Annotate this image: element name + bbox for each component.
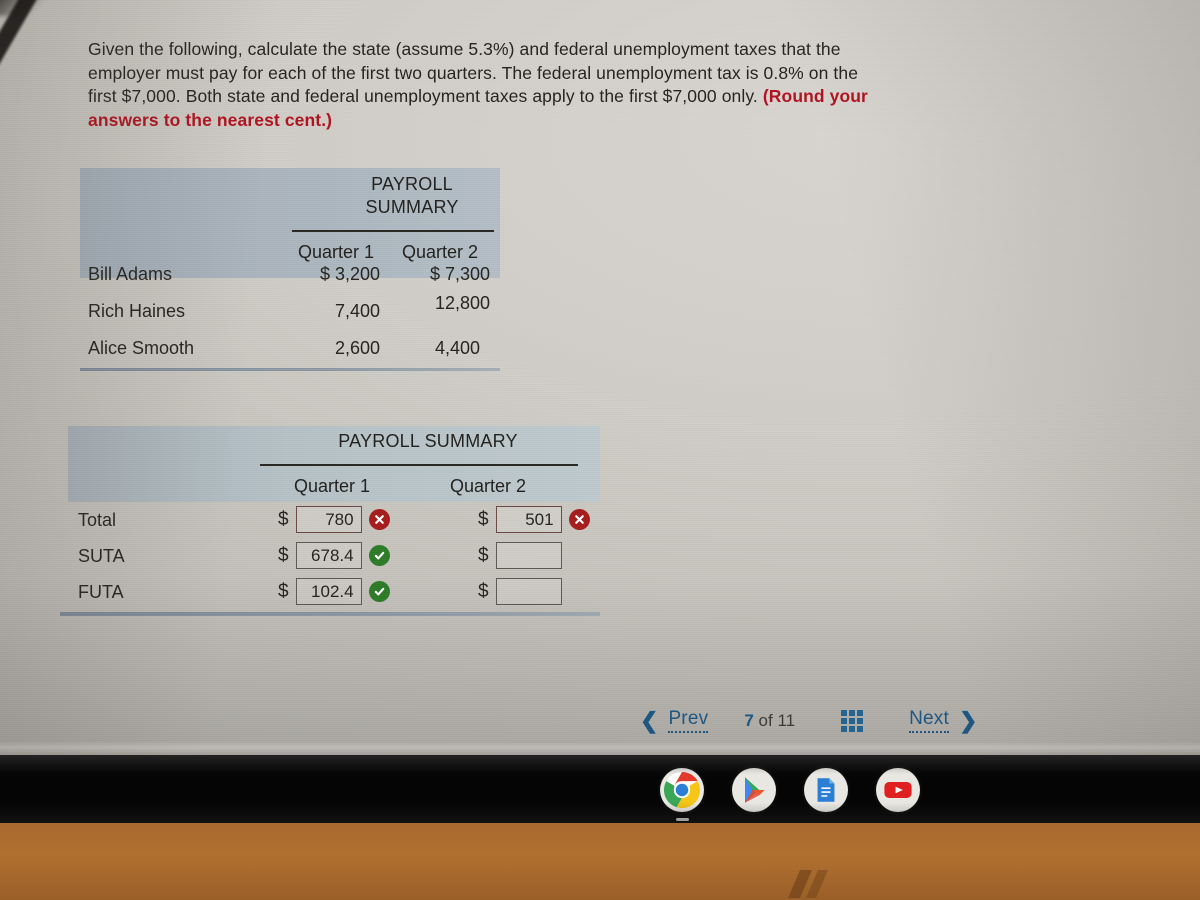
hp-logo [786,868,830,900]
payroll-table-bottom-rule [80,368,500,371]
payroll-row-q1: 2,600 [334,338,380,358]
question-line-1: Given the following, calculate the state… [88,39,777,59]
payroll-table-rule [292,230,494,232]
table-row: Rich Haines 7,400 12,800 [80,293,500,335]
play-store-icon[interactable] [732,768,776,812]
answer-row-label: SUTA [78,546,125,566]
screen-bottom-bezel [0,742,1200,756]
payroll-row-name: Bill Adams [88,264,173,284]
total-pages: 11 [777,710,796,730]
table-row: Alice Smooth 2,600 4,400 [80,338,500,372]
payroll-row-q2: $ 7,300 [429,264,490,284]
web-page-content: Given the following, calculate the state… [0,0,1200,742]
payroll-row-name: Rich Haines [88,301,186,321]
answer-cell-futa-q1: $ 102.4 [278,578,390,605]
suta-q2-input[interactable] [495,542,562,569]
suta-q1-input[interactable]: 678.4 [295,542,362,569]
correct-icon [368,545,390,566]
desk-surface [0,820,1200,900]
payroll-row-q1: $ 3,200 [319,264,380,284]
prev-button[interactable]: Prev [668,708,709,733]
answer-table-col1-header: Quarter 1 [294,476,371,496]
payroll-table-title: PAYROLL SUMMARY [332,173,492,219]
pagination-bar: ❮ Prev 7 of 11 Next ❯ [640,708,977,733]
answer-table-col2-header: Quarter 2 [450,476,527,496]
payroll-row-q1: 7,400 [334,301,380,321]
currency-symbol: $ [478,544,489,566]
payroll-row-name: Alice Smooth [88,338,195,358]
answer-cell-suta-q2: $ [478,542,590,569]
screen-area: Given the following, calculate the state… [0,0,1200,756]
answer-cell-futa-q2: $ [478,578,590,605]
payroll-table-col2-header: Quarter 2 [402,242,479,262]
currency-symbol: $ [278,580,289,602]
answer-table-title: PAYROLL SUMMARY [338,431,518,451]
answer-row-label: FUTA [78,582,124,602]
currency-symbol: $ [478,508,489,530]
answer-table-bottom-rule [60,612,600,616]
payroll-row-q2: 12,800 [434,293,490,313]
youtube-icon[interactable] [876,768,920,812]
total-q2-input[interactable]: 501 [495,506,562,533]
correct-icon [368,581,390,602]
answer-row-label: Total [78,510,117,530]
question-text: Given the following, calculate the state… [88,38,888,132]
payroll-row-q2: 4,400 [434,338,480,358]
table-row: FUTA $ 102.4 $ [68,578,600,613]
currency-symbol: $ [278,544,289,566]
payroll-table-title-line1: PAYROLL [371,174,453,194]
futa-q1-input[interactable]: 102.4 [295,578,362,605]
chrome-active-indicator [676,818,689,821]
incorrect-icon [568,509,590,530]
page-indicator: 7 of 11 [744,711,795,731]
total-q1-input[interactable]: 780 [295,506,362,533]
answer-cell-total-q2: $ 501 [478,506,590,533]
status-placeholder [569,545,590,566]
currency-symbol: $ [278,508,289,530]
laptop-screen-photo: Given the following, calculate the state… [0,0,1200,900]
bezel-corner-shadow-soft [0,0,66,16]
current-page: 7 [744,710,754,730]
status-placeholder [569,581,590,602]
question-line-4: first $7,000 only. [628,86,763,106]
table-row: Total $ 780 $ 501 [68,506,600,541]
chrome-icon[interactable] [660,768,704,821]
chevron-right-icon[interactable]: ❯ [959,709,977,732]
chromeos-shelf [0,755,1200,823]
payroll-table-title-line2: SUMMARY [365,197,459,217]
currency-symbol: $ [478,580,489,602]
table-row: SUTA $ 678.4 $ [68,542,600,577]
chevron-left-icon[interactable]: ❮ [640,709,658,732]
incorrect-icon [368,509,390,530]
of-label: of [758,710,773,730]
google-docs-icon[interactable] [804,768,848,812]
answer-table-rule [260,464,578,466]
grid-icon[interactable] [841,709,864,732]
next-button[interactable]: Next [909,708,949,733]
futa-q2-input[interactable] [495,578,562,605]
shelf-icon-row [660,768,920,821]
answer-cell-total-q1: $ 780 [278,506,390,533]
answer-cell-suta-q1: $ 678.4 [278,542,390,569]
payroll-table-col1-header: Quarter 1 [298,242,375,262]
